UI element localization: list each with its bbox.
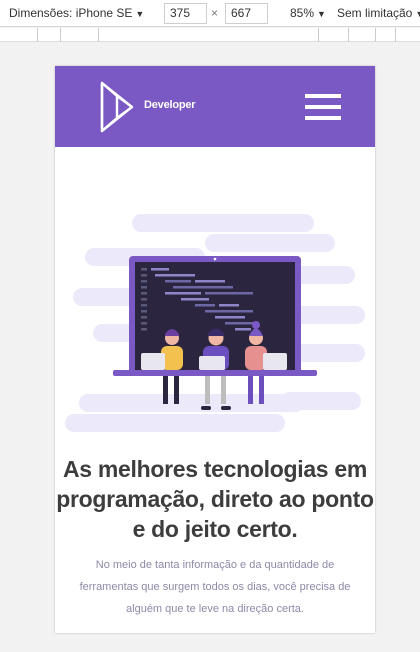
throttle-select[interactable]: Sem limitação ▼	[337, 0, 420, 27]
height-input[interactable]: 667	[225, 3, 268, 24]
hero-subtext: No meio de tanta informação e da quantid…	[79, 559, 351, 615]
media-query-ruler[interactable]	[0, 28, 420, 42]
hamburger-menu-icon[interactable]	[305, 94, 341, 120]
site-header: Developer	[55, 66, 375, 147]
device-select[interactable]: Dimensões: iPhone SE ▼	[9, 0, 144, 27]
hero-headline: As melhores tecnologias em programação, …	[56, 456, 374, 542]
hero-illustration	[65, 214, 365, 432]
bench	[113, 370, 317, 376]
brand-name[interactable]: Developer	[144, 99, 196, 111]
chevron-down-icon: ▼	[135, 9, 145, 19]
chevron-down-icon: ▼	[317, 9, 326, 19]
zoom-select-label: 85%	[290, 6, 315, 20]
times-symbol: ×	[211, 6, 219, 20]
logo-icon[interactable]	[99, 80, 135, 134]
emulated-viewport: Developer As melhores tecnologias em pro…	[55, 66, 375, 633]
device-select-label: Dimensões: iPhone SE	[9, 6, 133, 20]
width-input[interactable]: 375	[164, 3, 207, 24]
chevron-down-icon: ▼	[415, 9, 420, 19]
zoom-select[interactable]: 85% ▼	[290, 0, 326, 27]
throttle-select-label: Sem limitação	[337, 6, 413, 20]
device-toolbar: Dimensões: iPhone SE ▼ 375 × 667 85% ▼ Sem…	[0, 0, 420, 27]
